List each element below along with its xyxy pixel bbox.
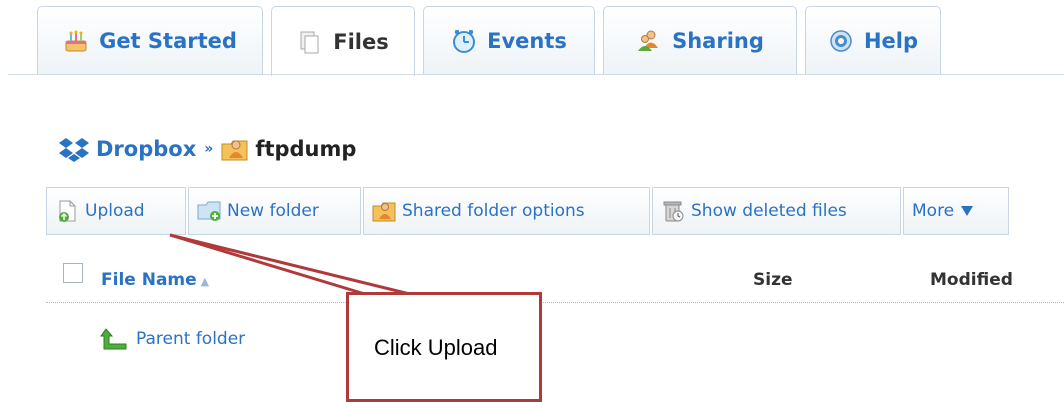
tab-help[interactable]: Help: [805, 6, 941, 74]
tab-label: Files: [333, 29, 389, 54]
new-folder-label: New folder: [227, 201, 319, 221]
tab-label: Events: [487, 28, 567, 53]
tab-events[interactable]: Events: [423, 6, 595, 74]
file-toolbar: Upload New folder Shared folder options …: [46, 187, 1011, 235]
column-file-name[interactable]: File Name ▲: [101, 270, 209, 290]
help-icon: [830, 29, 852, 52]
more-label: More: [912, 201, 955, 221]
column-size[interactable]: Size: [753, 270, 793, 290]
tab-label: Help: [863, 28, 919, 53]
up-arrow-icon: [100, 328, 127, 350]
parent-folder-label: Parent folder: [136, 329, 246, 349]
show-deleted-files-button[interactable]: Show deleted files: [652, 187, 901, 235]
select-all-checkbox[interactable]: [63, 263, 83, 283]
breadcrumb-root[interactable]: Dropbox: [96, 137, 196, 161]
shared-folder-icon: [372, 202, 396, 222]
callout-box: Click Upload: [346, 292, 542, 402]
upload-label: Upload: [85, 201, 145, 221]
new-folder-icon: [197, 201, 221, 221]
file-list-header: File Name ▲ Size Modified: [46, 262, 1064, 303]
trash-icon: [663, 201, 684, 222]
tab-bar: Get Started Files Events Sharing Help: [0, 0, 1064, 76]
upload-icon: [59, 200, 76, 222]
shared-folder-options-button[interactable]: Shared folder options: [363, 187, 650, 235]
tab-divider: [8, 74, 1064, 75]
cake-icon: [65, 30, 87, 51]
more-button[interactable]: More: [903, 187, 1009, 235]
column-modified[interactable]: Modified: [930, 270, 1013, 290]
people-icon: [638, 30, 659, 51]
files-icon: [300, 31, 319, 53]
show-deleted-files-label: Show deleted files: [691, 201, 847, 221]
upload-button[interactable]: Upload: [46, 187, 186, 235]
tab-files[interactable]: Files: [271, 6, 415, 76]
column-file-name-label: File Name: [101, 270, 197, 290]
shared-folder-icon: [221, 140, 248, 161]
tab-label: Sharing: [672, 28, 764, 53]
tab-label: Get Started: [99, 28, 237, 53]
tab-get-started[interactable]: Get Started: [37, 6, 263, 74]
breadcrumb-current: ftpdump: [255, 137, 357, 161]
clock-icon: [453, 29, 476, 53]
new-folder-button[interactable]: New folder: [188, 187, 361, 235]
callout-text: Click Upload: [374, 335, 498, 360]
dropdown-arrow-icon: [961, 206, 974, 216]
shared-folder-options-label: Shared folder options: [402, 201, 585, 221]
tab-sharing[interactable]: Sharing: [603, 6, 797, 74]
dropbox-icon: [59, 138, 89, 162]
breadcrumb-separator: »: [204, 141, 214, 157]
breadcrumb: Dropbox » ftpdump: [58, 133, 356, 165]
sort-arrow-icon: ▲: [200, 275, 210, 288]
parent-folder-row[interactable]: Parent folder: [100, 325, 245, 353]
